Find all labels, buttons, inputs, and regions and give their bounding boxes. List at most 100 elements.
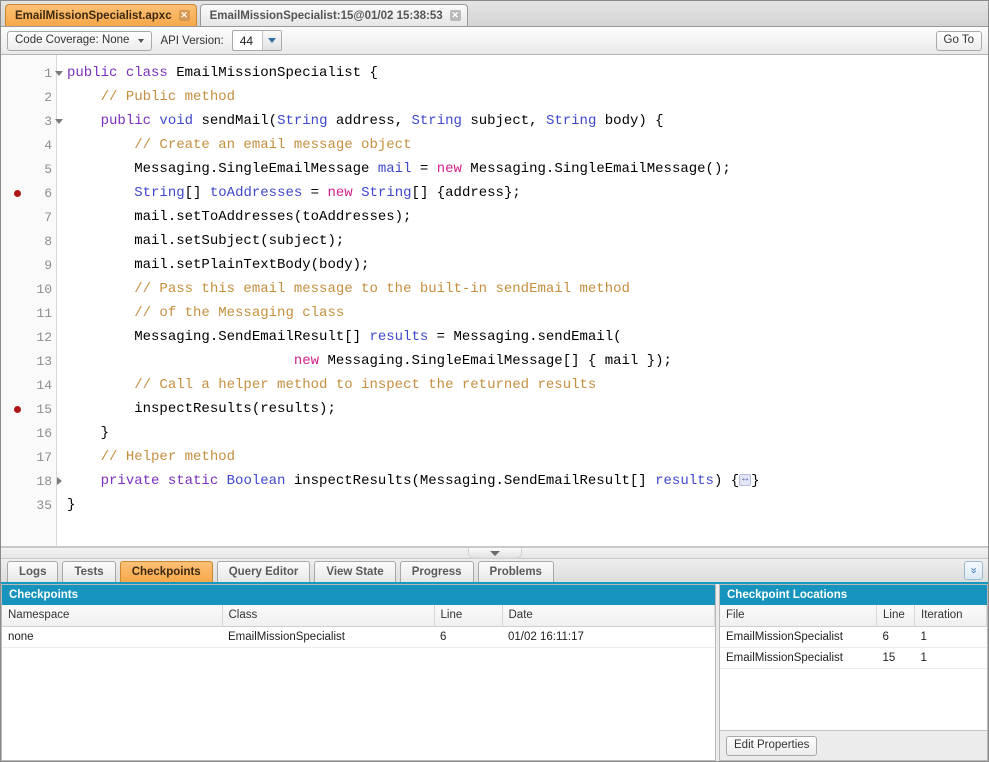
- code-line[interactable]: // Call a helper method to inspect the r…: [67, 373, 988, 397]
- gutter-line[interactable]: 7: [1, 205, 56, 229]
- line-number: 12: [36, 329, 52, 345]
- code-line[interactable]: Messaging.SendEmailResult[] results = Me…: [67, 325, 988, 349]
- code-line[interactable]: private static Boolean inspectResults(Me…: [67, 469, 988, 493]
- code-token: toAddresses: [209, 185, 303, 201]
- code-line[interactable]: public class EmailMissionSpecialist {: [67, 61, 988, 85]
- code-line[interactable]: mail.setSubject(subject);: [67, 229, 988, 253]
- code-token: Messaging.SingleEmailMessage: [67, 161, 378, 177]
- code-line[interactable]: inspectResults(results);: [67, 397, 988, 421]
- file-tab[interactable]: EmailMissionSpecialist.apxc ✕: [5, 4, 197, 26]
- gutter-line[interactable]: 13: [1, 349, 56, 373]
- code-text-area[interactable]: public class EmailMissionSpecialist { //…: [57, 55, 988, 546]
- code-token: mail: [377, 161, 412, 177]
- gutter-line[interactable]: 6: [1, 181, 56, 205]
- bottom-tab-view-state[interactable]: View State: [314, 561, 396, 582]
- fold-expanded-icon[interactable]: [53, 109, 65, 133]
- gutter-line[interactable]: 5: [1, 157, 56, 181]
- fold-collapsed-icon[interactable]: [53, 469, 65, 493]
- code-line[interactable]: public void sendMail(String address, Str…: [67, 109, 988, 133]
- close-icon[interactable]: ✕: [449, 10, 461, 21]
- code-line[interactable]: // Create an email message object: [67, 133, 988, 157]
- table-row[interactable]: none EmailMissionSpecialist 6 01/02 16:11:1…: [2, 626, 715, 648]
- collapse-all-button[interactable]: »: [964, 561, 983, 580]
- column-header[interactable]: File: [720, 605, 877, 627]
- column-header[interactable]: Date: [502, 605, 715, 627]
- edit-properties-button[interactable]: Edit Properties: [726, 735, 818, 756]
- code-line[interactable]: mail.setToAddresses(toAddresses);: [67, 205, 988, 229]
- bottom-tab-bar: Logs Tests Checkpoints Query Editor View Sta…: [1, 559, 988, 584]
- gutter-line[interactable]: 15: [1, 397, 56, 421]
- code-line[interactable]: // Pass this email message to the built-…: [67, 277, 988, 301]
- column-header[interactable]: Class: [222, 605, 435, 627]
- code-token: results: [369, 329, 429, 345]
- bottom-tab-problems[interactable]: Problems: [477, 561, 554, 582]
- gutter-line[interactable]: 14: [1, 373, 56, 397]
- code-token: String: [134, 185, 185, 201]
- api-version-value: 44: [239, 33, 254, 48]
- bottom-tab-tests[interactable]: Tests: [62, 561, 116, 582]
- bottom-tab-query-editor[interactable]: Query Editor: [216, 561, 311, 582]
- table-row[interactable]: EmailMissionSpecialist 15 1: [720, 647, 987, 669]
- locations-grid-scroll[interactable]: File Line Iteration EmailMissionSpecialist…: [720, 605, 987, 730]
- go-to-button[interactable]: Go To: [935, 30, 982, 51]
- code-token: class: [125, 65, 177, 81]
- checkpoints-grid-scroll[interactable]: Namespace Class Line Date none EmailMissionS…: [2, 605, 715, 760]
- gutter-line[interactable]: 10: [1, 277, 56, 301]
- code-coverage-dropdown[interactable]: Code Coverage: None: [7, 30, 153, 51]
- code-line[interactable]: // of the Messaging class: [67, 301, 988, 325]
- code-line[interactable]: Messaging.SingleEmailMessage mail = new …: [67, 157, 988, 181]
- fold-expanded-icon[interactable]: [53, 61, 65, 85]
- gutter-line[interactable]: 3: [1, 109, 63, 133]
- code-line[interactable]: }: [67, 421, 988, 445]
- code-line[interactable]: String[] toAddresses = new String[] {add…: [67, 181, 988, 205]
- api-version-select[interactable]: 44: [231, 30, 283, 51]
- code-token: = Messaging.sendEmail(: [428, 329, 622, 345]
- column-header[interactable]: Line: [434, 605, 503, 627]
- gutter-line[interactable]: 9: [1, 253, 56, 277]
- table-row[interactable]: EmailMissionSpecialist 6 1: [720, 626, 987, 648]
- file-tab[interactable]: EmailMissionSpecialist:15@01/02 15:38:53…: [199, 4, 468, 26]
- gutter-line[interactable]: 11: [1, 301, 56, 325]
- file-tab-strip: EmailMissionSpecialist.apxc ✕ EmailMission…: [1, 1, 988, 27]
- breakpoint-icon[interactable]: [14, 190, 21, 197]
- code-line[interactable]: // Public method: [67, 85, 988, 109]
- developer-console-window: EmailMissionSpecialist.apxc ✕ EmailMission…: [0, 0, 989, 762]
- table-cell: EmailMissionSpecialist: [720, 647, 877, 669]
- code-line[interactable]: // Helper method: [67, 445, 988, 469]
- code-line[interactable]: mail.setPlainTextBody(body);: [67, 253, 988, 277]
- code-line[interactable]: }: [67, 493, 988, 517]
- gutter-line[interactable]: 35: [1, 493, 56, 517]
- code-token: void: [159, 113, 202, 129]
- breakpoint-icon[interactable]: [14, 406, 21, 413]
- column-header[interactable]: Namespace: [2, 605, 223, 627]
- code-line[interactable]: new Messaging.SingleEmailMessage[] { mai…: [67, 349, 988, 373]
- column-header[interactable]: Iteration: [914, 605, 987, 627]
- collapsed-code-icon[interactable]: ↔: [739, 474, 752, 487]
- gutter-line[interactable]: 18: [1, 469, 62, 493]
- gutter-line[interactable]: 16: [1, 421, 56, 445]
- close-icon[interactable]: ✕: [178, 10, 190, 21]
- bottom-tab-checkpoints[interactable]: Checkpoints: [119, 561, 213, 582]
- code-token: inspectResults(results);: [67, 401, 336, 417]
- column-header[interactable]: Line: [876, 605, 915, 627]
- code-token: address,: [327, 113, 412, 129]
- code-token: Messaging.SingleEmailMessage[] { mail })…: [319, 353, 672, 369]
- gutter-line[interactable]: 4: [1, 133, 56, 157]
- bottom-tab-logs[interactable]: Logs: [7, 561, 59, 582]
- panel-splitter[interactable]: [1, 547, 988, 559]
- gutter-line[interactable]: 8: [1, 229, 56, 253]
- code-token: String: [277, 113, 328, 129]
- gutter-line[interactable]: 12: [1, 325, 56, 349]
- bottom-tab-progress[interactable]: Progress: [399, 561, 474, 582]
- code-editor[interactable]: 1 2 3 4 5 6 7 8 9 10 11 12 13 14 15 16 17 18 35 public cla…: [1, 55, 988, 547]
- splitter-collapse-handle[interactable]: [467, 548, 522, 559]
- line-number-gutter[interactable]: 1 2 3 4 5 6 7 8 9 10 11 12 13 14 15 16 17 18 35: [1, 55, 63, 546]
- code-token: public: [67, 65, 126, 81]
- gutter-line[interactable]: 2: [1, 85, 56, 109]
- gutter-line[interactable]: 17: [1, 445, 56, 469]
- code-token: // of the Messaging class: [134, 305, 345, 321]
- gutter-line[interactable]: 1: [1, 61, 63, 85]
